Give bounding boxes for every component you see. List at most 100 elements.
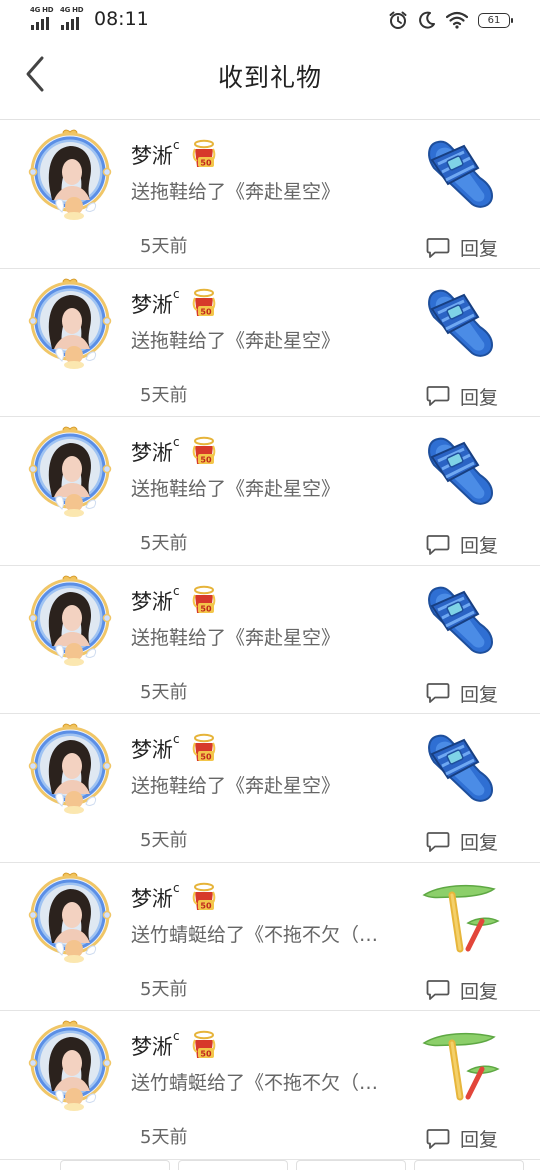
user-name-suffix: c xyxy=(173,286,180,301)
avatar[interactable] xyxy=(28,722,112,816)
user-name-suffix: c xyxy=(173,880,180,895)
user-name[interactable]: 梦淅c xyxy=(131,880,180,913)
gift-list-item[interactable]: 梦淅c 50 送拖鞋给了《奔赴星空》 5天前 回复 xyxy=(0,120,540,269)
slipper-gift-icon xyxy=(428,289,494,357)
wifi-icon xyxy=(446,11,468,29)
user-name[interactable]: 梦淅c xyxy=(131,1029,180,1061)
avatar[interactable] xyxy=(28,574,112,668)
gift-time: 5天前 xyxy=(140,830,188,851)
gift-list-item[interactable]: 梦淅c 50 送拖鞋给了《奔赴星空》 5天前 回复 xyxy=(0,566,540,714)
gift-description: 送拖鞋给了《奔赴星空》 xyxy=(131,181,341,203)
user-name-suffix: c xyxy=(173,1029,180,1043)
gift-list-item[interactable]: 梦淅c 50 送拖鞋给了《奔赴星空》 5天前 回复 xyxy=(0,417,540,566)
gift-list-item[interactable]: 梦淅c 50 送竹蜻蜓给了《不拖不欠（… 5天前 回复 xyxy=(0,863,540,1011)
alarm-icon xyxy=(389,11,407,29)
gift-description: 送拖鞋给了《奔赴星空》 xyxy=(131,478,341,500)
user-name-suffix: c xyxy=(173,732,180,746)
comment-icon xyxy=(426,683,450,703)
user-name-text: 梦淅 xyxy=(131,441,173,465)
svg-text:50: 50 xyxy=(200,901,212,910)
gift-time: 5天前 xyxy=(140,384,188,406)
status-time: 08:11 xyxy=(94,8,149,30)
level-badge-icon: 50 xyxy=(192,1030,216,1059)
gift-time: 5天前 xyxy=(140,1127,188,1148)
user-name-suffix: c xyxy=(173,138,180,152)
gift-description: 送拖鞋给了《奔赴星空》 xyxy=(131,626,341,649)
gift-list: 梦淅c 50 送拖鞋给了《奔赴星空》 5天前 回复 梦淅c 50 送拖鞋给了《奔… xyxy=(0,120,540,1160)
level-badge-icon: 50 xyxy=(192,733,216,762)
gift-description: 送竹蜻蜓给了《不拖不欠（… xyxy=(131,1072,379,1094)
gift-list-item[interactable]: 梦淅c 50 送竹蜻蜓给了《不拖不欠（… 5天前 回复 xyxy=(0,1011,540,1160)
level-badge-icon: 50 xyxy=(192,882,216,910)
slipper-gift-icon xyxy=(428,140,494,208)
reply-label: 回复 xyxy=(459,238,498,260)
gift-list-item[interactable]: 梦淅c 50 送拖鞋给了《奔赴星空》 5天前 回复 xyxy=(0,714,540,863)
signal-icon: 4G HD xyxy=(60,6,84,30)
reply-label: 回复 xyxy=(459,980,498,1003)
level-badge-icon: 50 xyxy=(192,436,216,465)
network-label-1: 4G HD xyxy=(30,6,54,14)
gift-time: 5天前 xyxy=(140,533,188,554)
avatar[interactable] xyxy=(28,277,112,371)
bottom-next-row-edge xyxy=(0,1160,540,1170)
comment-icon xyxy=(426,980,450,1000)
gift-description: 送拖鞋给了《奔赴星空》 xyxy=(131,775,341,797)
bamboo-dragonfly-gift-icon xyxy=(422,884,500,952)
avatar[interactable] xyxy=(28,871,112,965)
avatar[interactable] xyxy=(28,425,112,519)
slipper-gift-icon xyxy=(428,437,494,505)
gift-time: 5天前 xyxy=(140,236,188,257)
reply-button[interactable]: 回复 xyxy=(426,1125,498,1152)
reply-button[interactable]: 回复 xyxy=(426,977,498,1004)
gift-list-item[interactable]: 梦淅c 50 送拖鞋给了《奔赴星空》 5天前 回复 xyxy=(0,269,540,417)
status-left: 4G HD 4G HD 08:11 xyxy=(30,6,149,30)
user-name-text: 梦淅 xyxy=(131,738,173,762)
bamboo-dragonfly-gift-icon xyxy=(422,1032,500,1101)
battery-level: 61 xyxy=(487,14,501,26)
reply-button[interactable]: 回复 xyxy=(426,383,498,410)
level-badge-icon: 50 xyxy=(192,288,216,316)
level-badge-icon: 50 xyxy=(192,585,216,613)
reply-button[interactable]: 回复 xyxy=(426,531,498,558)
comment-icon xyxy=(426,1128,450,1149)
gift-time: 5天前 xyxy=(140,681,188,703)
svg-text:50: 50 xyxy=(200,1050,212,1059)
reply-label: 回复 xyxy=(459,1129,498,1151)
user-name[interactable]: 梦淅c xyxy=(131,732,180,764)
user-name[interactable]: 梦淅c xyxy=(131,583,180,616)
svg-text:50: 50 xyxy=(200,604,212,613)
user-name-text: 梦淅 xyxy=(131,886,173,911)
user-name-suffix: c xyxy=(173,583,180,598)
reply-label: 回复 xyxy=(459,832,498,854)
user-name[interactable]: 梦淅c xyxy=(131,435,180,467)
svg-text:50: 50 xyxy=(200,456,212,465)
comment-icon xyxy=(426,534,450,555)
gift-description: 送拖鞋给了《奔赴星空》 xyxy=(131,329,341,352)
svg-text:50: 50 xyxy=(200,159,212,168)
reply-button[interactable]: 回复 xyxy=(426,234,498,261)
status-bar: 4G HD 4G HD 08:11 61 xyxy=(0,0,540,42)
user-name-text: 梦淅 xyxy=(131,292,173,317)
user-name-suffix: c xyxy=(173,435,180,449)
battery-icon: 61 xyxy=(478,12,513,28)
avatar[interactable] xyxy=(28,1019,112,1113)
slipper-gift-icon xyxy=(428,586,494,654)
page-title: 收到礼物 xyxy=(217,63,322,92)
signal-icon: 4G HD xyxy=(30,6,54,30)
nav-header: 收到礼物 xyxy=(0,42,540,120)
user-name-text: 梦淅 xyxy=(131,589,173,614)
reply-label: 回复 xyxy=(459,683,498,706)
svg-text:50: 50 xyxy=(200,753,212,762)
gift-time: 5天前 xyxy=(140,978,188,1000)
comment-icon xyxy=(426,386,450,406)
user-name[interactable]: 梦淅c xyxy=(131,138,180,170)
level-badge-icon: 50 xyxy=(192,139,216,168)
avatar[interactable] xyxy=(28,128,112,222)
reply-label: 回复 xyxy=(459,386,498,409)
reply-button[interactable]: 回复 xyxy=(426,680,498,707)
reply-button[interactable]: 回复 xyxy=(426,828,498,855)
network-label-2: 4G HD xyxy=(60,6,84,14)
user-name-text: 梦淅 xyxy=(131,144,173,168)
slipper-gift-icon xyxy=(428,734,494,802)
user-name[interactable]: 梦淅c xyxy=(131,286,180,319)
